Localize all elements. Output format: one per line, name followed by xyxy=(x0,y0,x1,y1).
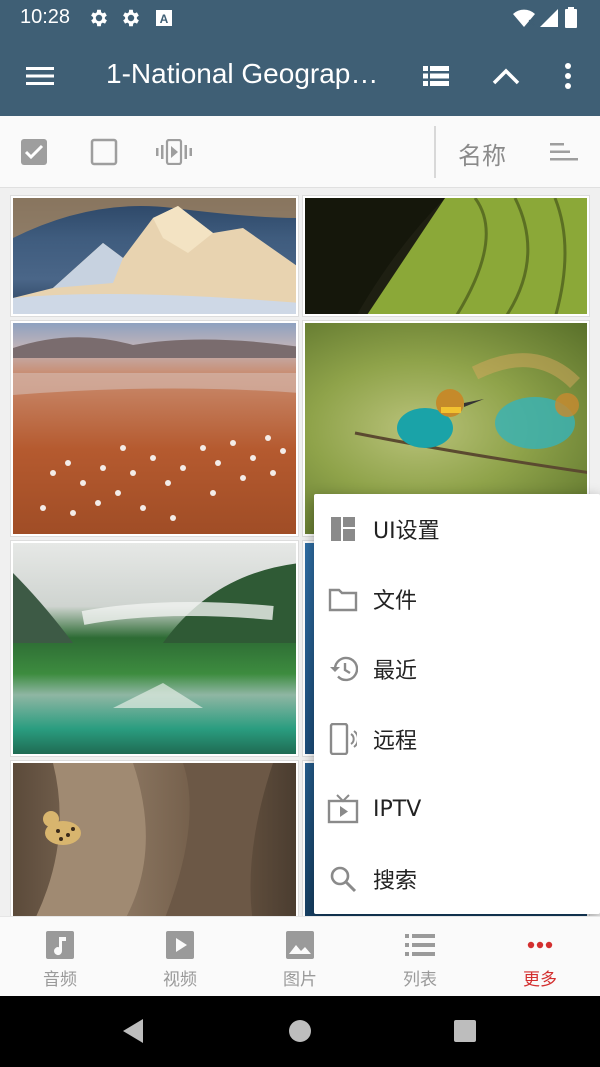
system-navigation-bar xyxy=(0,996,600,1067)
menu-item-label: 远程 xyxy=(373,729,418,754)
recents-icon[interactable] xyxy=(450,1016,480,1046)
menu-item-iptv[interactable]: IPTV xyxy=(314,774,600,844)
tab-video[interactable]: 视频 xyxy=(120,917,240,997)
sort-label[interactable]: 名称 xyxy=(458,136,506,171)
home-icon[interactable] xyxy=(285,1016,315,1046)
menu-item-label: 文件 xyxy=(373,589,418,614)
chevron-up-icon[interactable] xyxy=(486,56,526,96)
menu-item-search[interactable]: 搜索 xyxy=(314,844,600,914)
phone-cast-icon xyxy=(326,722,360,756)
list-view-icon[interactable] xyxy=(416,56,456,96)
tab-more[interactable]: 更多 xyxy=(480,917,600,997)
svg-text:A: A xyxy=(160,12,169,26)
green-terraces-photo[interactable] xyxy=(303,196,589,316)
menu-item-label: IPTV xyxy=(373,796,422,822)
sort-icon[interactable] xyxy=(544,132,584,172)
history-icon xyxy=(326,652,360,686)
menu-item-label: 搜索 xyxy=(373,869,418,894)
battery-icon xyxy=(564,7,586,29)
menu-item-remote[interactable]: 远程 xyxy=(314,704,600,774)
selection-toolbar: 名称 xyxy=(0,116,600,188)
bottom-navigation: 音频 视频 图片 列表 更多 xyxy=(0,916,600,996)
menu-item-ui-settings[interactable]: UI设置 xyxy=(314,494,600,564)
select-all-checkbox-icon[interactable] xyxy=(14,132,54,172)
settings-icon xyxy=(88,7,110,29)
overflow-menu: UI设置 文件 最近 远程 IPTV 搜索 xyxy=(314,494,600,914)
wifi-icon xyxy=(512,7,535,29)
tab-label: 图片 xyxy=(283,970,317,990)
page-title: 1-National Geograp… xyxy=(106,58,379,89)
menu-item-label: 最近 xyxy=(373,659,418,684)
menu-item-files[interactable]: 文件 xyxy=(314,564,600,634)
leopard-tree-photo[interactable] xyxy=(11,761,298,916)
back-icon[interactable] xyxy=(118,1016,148,1046)
menu-item-label: UI设置 xyxy=(373,519,440,544)
tab-label: 音频 xyxy=(43,970,77,990)
list-icon xyxy=(404,929,436,961)
tab-list[interactable]: 列表 xyxy=(360,917,480,997)
menu-item-recent[interactable]: 最近 xyxy=(314,634,600,704)
tab-label: 视频 xyxy=(163,970,197,990)
menu-icon[interactable] xyxy=(20,56,60,96)
tab-label: 更多 xyxy=(523,970,557,990)
video-icon xyxy=(164,929,196,961)
tv-icon xyxy=(326,792,360,826)
snowy-mountain-photo[interactable] xyxy=(11,196,298,316)
settings-icon xyxy=(120,7,142,29)
vibrate-icon[interactable] xyxy=(154,132,194,172)
more-horiz-icon xyxy=(524,929,556,961)
flamingo-lake-photo[interactable] xyxy=(11,321,298,536)
toolbar-divider xyxy=(434,126,436,178)
status-bar: 10:28 A xyxy=(0,0,600,36)
misty-lake-photo[interactable] xyxy=(11,541,298,756)
tab-audio[interactable]: 音频 xyxy=(0,917,120,997)
tab-images[interactable]: 图片 xyxy=(240,917,360,997)
folder-icon xyxy=(326,582,360,616)
more-vert-icon[interactable] xyxy=(548,56,588,96)
music-icon xyxy=(44,929,76,961)
search-icon xyxy=(326,862,360,896)
signal-icon xyxy=(538,7,560,29)
keyboard-a-icon: A xyxy=(154,7,176,29)
status-time: 10:28 xyxy=(20,6,71,28)
tab-label: 列表 xyxy=(403,970,437,990)
image-icon xyxy=(284,929,316,961)
deselect-checkbox-icon[interactable] xyxy=(84,132,124,172)
app-bar: 1-National Geograp… xyxy=(0,36,600,116)
dashboard-icon xyxy=(326,512,360,546)
